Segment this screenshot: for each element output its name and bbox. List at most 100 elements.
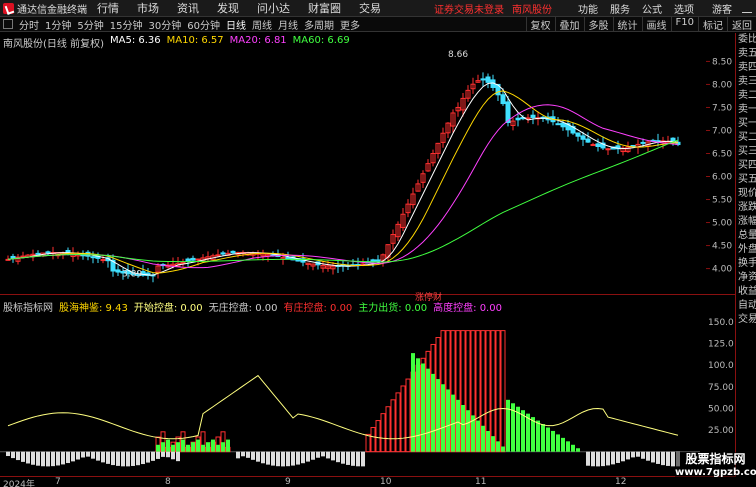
candle-body-36	[185, 258, 191, 262]
ind-green-bar-32	[166, 439, 170, 452]
date-label-2: 8	[165, 477, 171, 487]
app-name: 通达信金融终端	[17, 4, 87, 16]
price-tick-4: 6.50	[712, 149, 732, 159]
ind-green-bar-34	[176, 442, 180, 452]
right-menu-item-0[interactable]: 功能	[572, 1, 604, 16]
ind-white-bar-20	[106, 451, 110, 464]
ind-white-bar-25	[131, 451, 135, 466]
right-menu-item-2[interactable]: 公式	[636, 1, 668, 16]
menu-item-0[interactable]: 行情	[88, 0, 128, 16]
ind-white-bar-12	[66, 451, 70, 464]
quote-panel: 委比 卖五 卖四 卖三 卖二 卖一 买一 买二 买三 买四 买五 现价 涨跌 涨幅 总量 外盘 换手 净资 收益 自动…	[735, 33, 756, 477]
toolbar-button-6[interactable]: 标记	[698, 16, 727, 32]
right-menu-item-1[interactable]: 服务	[604, 1, 636, 16]
ind-white-bar-6	[36, 451, 40, 466]
candle-body-3	[20, 255, 26, 258]
timeframe-5[interactable]: 60分钟	[184, 17, 223, 32]
quote-field-3: 卖三	[738, 76, 756, 87]
toolbar-button-1[interactable]: 叠加	[554, 16, 584, 32]
quote-field-12: 涨跌	[738, 202, 756, 213]
candle-body-115	[580, 135, 586, 140]
app-logo: 通达信金融终端	[0, 1, 88, 16]
toolbar-button-5[interactable]: F10	[670, 16, 698, 32]
indicator-v5: 主力出货: 0.00	[358, 303, 428, 314]
toolbar-button-7[interactable]: 返回	[727, 16, 756, 32]
toolbar-button-2[interactable]: 多股	[583, 16, 613, 32]
timeframe-9[interactable]: 多周期	[301, 17, 337, 32]
kline-chart[interactable]: 8.50 8.00 7.50 7.00 6.50 6.00 5.50 5.00 4.50 4.00…	[0, 33, 735, 303]
minimize-icon[interactable]	[742, 3, 752, 13]
timeframe-1[interactable]: 1分钟	[42, 17, 74, 32]
timeframe-3[interactable]: 15分钟	[107, 17, 146, 32]
menu-item-2[interactable]: 资讯	[168, 0, 208, 16]
ind-red-bar-74	[375, 420, 381, 453]
ind-green-bar-90	[456, 399, 460, 452]
timeframe-4[interactable]: 30分钟	[145, 17, 184, 32]
ind-white-bar-68	[346, 451, 350, 465]
timeframe-10[interactable]: 更多	[337, 17, 363, 32]
ind-white-bar-9	[51, 451, 55, 467]
ind-green-bar-96	[486, 430, 490, 452]
ind-green-bar-85	[431, 373, 435, 452]
ind-white-bar-34	[176, 451, 180, 462]
right-menu-item-3[interactable]: 选项	[668, 1, 700, 16]
ind-green-bar-105	[531, 417, 535, 452]
ind-green-bar-37	[191, 442, 195, 452]
ind-white-bar-8	[46, 451, 50, 467]
watermark-line1: 股票指标网	[685, 452, 746, 466]
ind-red-bar-80	[405, 378, 411, 453]
ind-green-bar-31	[161, 442, 165, 452]
quote-field-6: 买一	[738, 118, 756, 129]
indicator-chart[interactable]: 150.0 125.0 100.0 75.00 50.00 25.00 股标指标网 股海神…	[0, 297, 735, 477]
candle-body-110	[555, 123, 561, 126]
ind-green-bar-40	[206, 442, 210, 452]
price-tick-9: 4.00	[712, 265, 732, 275]
ind-white-bar-118	[596, 451, 600, 467]
ind-white-bar-0	[6, 451, 10, 457]
menu-item-1[interactable]: 市场	[128, 0, 168, 16]
ind-white-bar-26	[136, 451, 140, 466]
timeframe-7[interactable]: 周线	[249, 17, 275, 32]
ind-white-bar-52	[266, 451, 270, 465]
indicator-name: 股标指标网	[3, 303, 53, 314]
ind-white-bar-19	[101, 451, 105, 463]
timeframe-0[interactable]: 分时	[16, 17, 42, 32]
ind-white-bar-59	[301, 451, 305, 464]
price-tick-0: 8.50	[712, 57, 732, 67]
candle-body-42	[215, 254, 221, 257]
ind-white-bar-127	[641, 451, 645, 459]
ind-white-bar-62	[316, 451, 320, 458]
menu-item-5[interactable]: 财富圈	[299, 0, 350, 16]
ind-green-bar-95	[481, 425, 485, 452]
menu-item-4[interactable]: 问小达	[248, 0, 299, 16]
quote-field-20: 交易	[738, 314, 756, 325]
menu-item-6[interactable]: 交易	[350, 0, 390, 16]
menu-item-3[interactable]: 发现	[208, 0, 248, 16]
timeframe-2[interactable]: 5分钟	[74, 17, 106, 32]
timeframe-8[interactable]: 月线	[275, 17, 301, 32]
guest-label[interactable]: 游客	[700, 1, 738, 16]
menu-grid-icon[interactable]	[3, 19, 13, 29]
ind-white-bar-21	[111, 451, 115, 466]
quote-field-13: 涨幅	[738, 216, 756, 227]
ind-green-bar-30	[156, 444, 160, 452]
ind-red-bar-73	[370, 426, 376, 453]
ind-green-bar-106	[536, 420, 540, 452]
quote-field-16: 换手	[738, 258, 756, 269]
ind-green-bar-107	[541, 424, 545, 452]
ma10-line	[7, 90, 679, 274]
toolbar-button-4[interactable]: 画线	[641, 16, 671, 32]
ind-red-bar-99	[500, 330, 506, 453]
quote-field-18: 收益	[738, 286, 756, 297]
ind-white-bar-120	[606, 451, 610, 466]
ind-green-bar-94	[476, 420, 480, 452]
toolbar-button-0[interactable]: 复权	[525, 16, 555, 32]
toolbar-button-3[interactable]: 统计	[612, 16, 642, 32]
candle-body-95	[480, 78, 486, 81]
stock-name-top: 南风股份	[512, 4, 552, 16]
ind-white-bar-56	[286, 451, 290, 467]
login-notice[interactable]: 证券交易未登录	[434, 1, 504, 16]
timeframe-6[interactable]: 日线	[223, 17, 249, 32]
ind-white-bar-123	[621, 451, 625, 462]
quote-field-4: 卖二	[738, 90, 756, 101]
